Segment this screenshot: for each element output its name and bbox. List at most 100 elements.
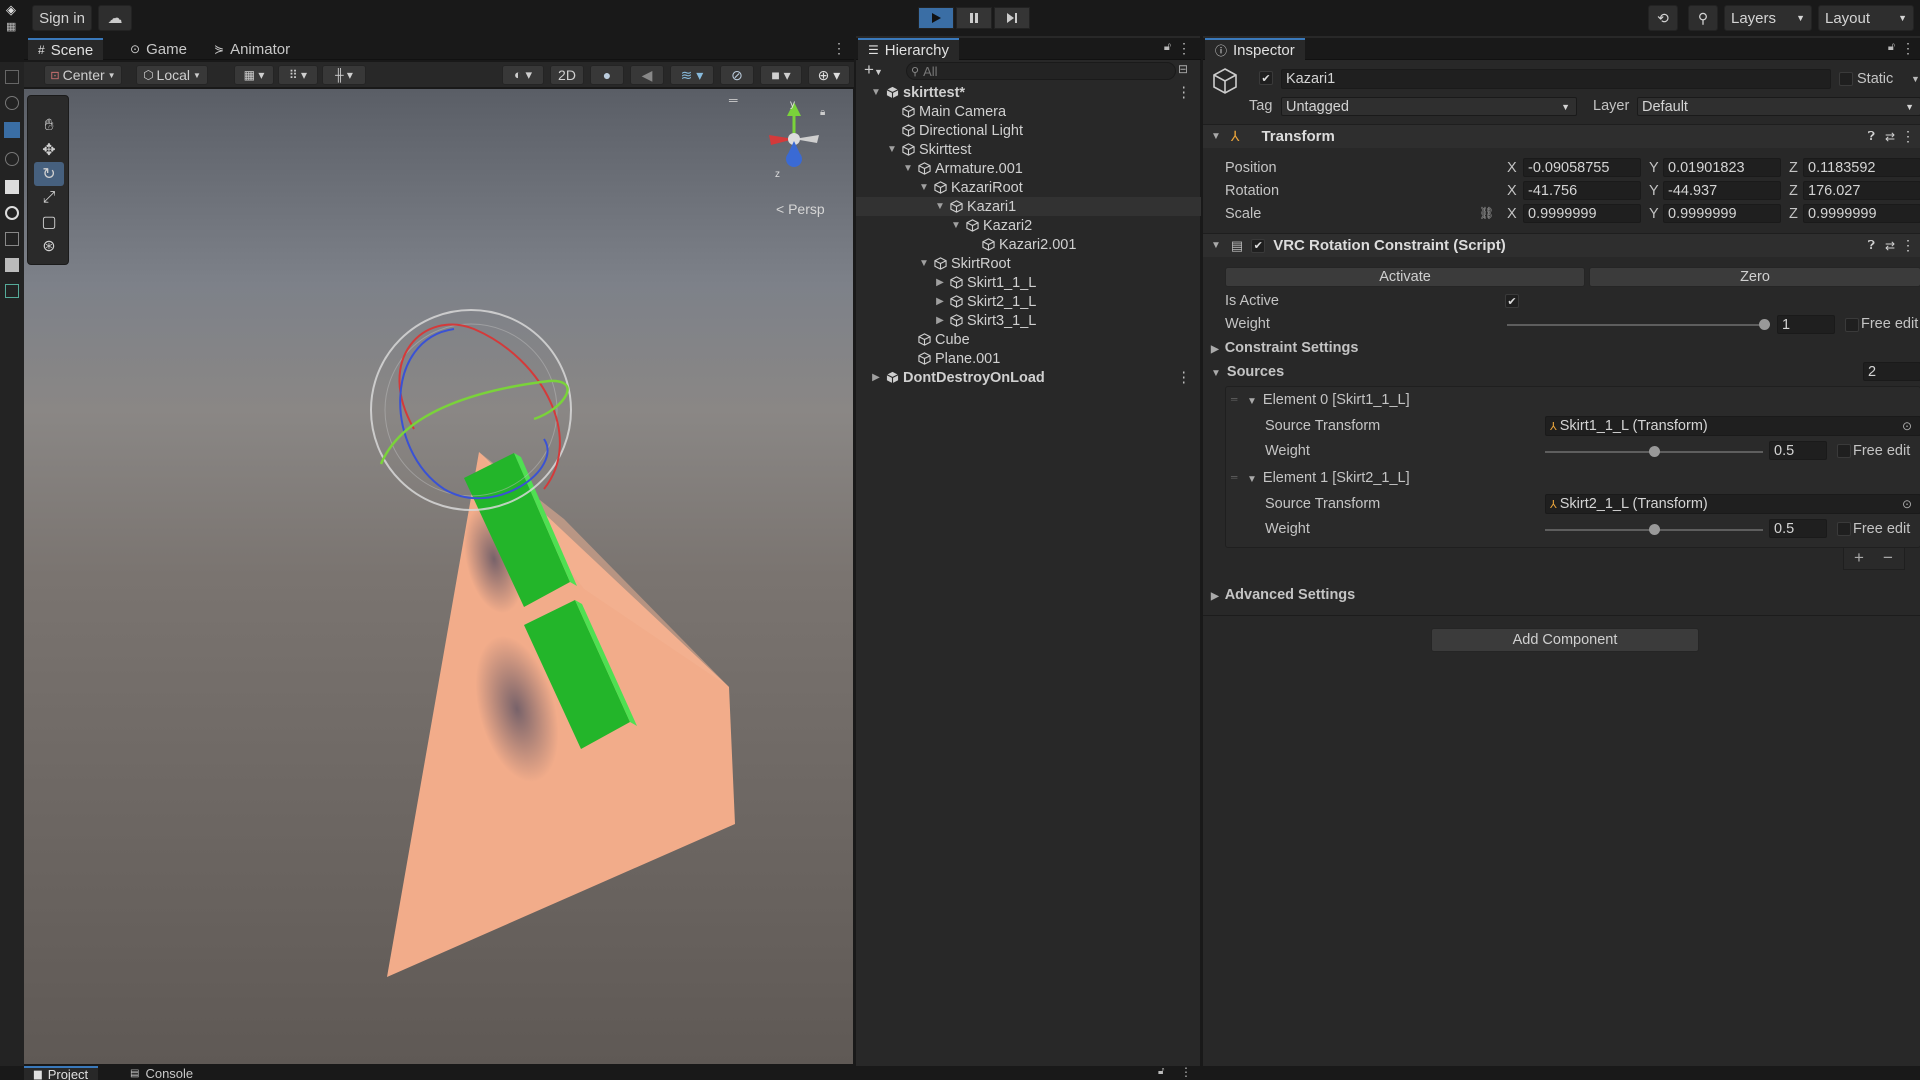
hierarchy-item[interactable]: Cube	[856, 330, 1201, 349]
scale-x-field[interactable]: 0.9999999	[1523, 204, 1641, 223]
create-button[interactable]: +▼	[864, 60, 883, 80]
element-free-edit-checkbox[interactable]	[1837, 522, 1851, 536]
hierarchy-item[interactable]: ▶ Skirt3_1_L	[856, 311, 1201, 330]
tab-inspector[interactable]: ⓘ Inspector	[1205, 38, 1305, 60]
weight-field[interactable]: 1	[1777, 315, 1835, 334]
object-picker-icon[interactable]: ⊙	[1902, 419, 1912, 433]
tab-game[interactable]: ⊙ Game	[120, 38, 197, 60]
static-checkbox[interactable]	[1839, 72, 1853, 86]
element-weight-slider-knob[interactable]	[1649, 446, 1660, 457]
source-transform-field[interactable]: ⅄ Skirt2_1_L (Transform) ⊙	[1545, 494, 1920, 514]
sources-foldout[interactable]: ▼ Sources	[1211, 364, 1284, 380]
foldout-arrow-icon[interactable]: ▶	[870, 372, 882, 383]
help-icon[interactable]: ❓︎	[1868, 129, 1875, 144]
more-options-icon[interactable]: ⋮	[1180, 1065, 1192, 1079]
tool-strip-icon[interactable]	[5, 70, 19, 84]
rotation-z-field[interactable]: 176.027	[1803, 181, 1920, 200]
object-picker-icon[interactable]: ⊙	[1902, 497, 1912, 511]
more-options-icon[interactable]: ⋮	[1901, 237, 1915, 254]
shading-mode-button[interactable]: ◐ ▾	[502, 65, 544, 85]
transform-header[interactable]: ▼ ⅄ Transform ❓︎ ⇄ ⋮	[1203, 124, 1920, 148]
tab-scene[interactable]: # Scene	[28, 38, 104, 60]
more-options-icon[interactable]: ⋮	[832, 40, 846, 57]
camera-settings-button[interactable]: ■ ▾	[760, 65, 802, 85]
add-component-button[interactable]: Add Component	[1431, 628, 1699, 652]
constrain-proportions-icon[interactable]: ⛓︎	[1479, 206, 1494, 220]
source-transform-field[interactable]: ⅄ Skirt1_1_L (Transform) ⊙	[1545, 416, 1920, 436]
drag-handle-icon[interactable]: ═	[1231, 472, 1237, 482]
preset-icon[interactable]: ⇄	[1885, 239, 1895, 253]
foldout-arrow-icon[interactable]: ▶	[934, 277, 946, 288]
element-weight-field[interactable]: 0.5	[1769, 519, 1827, 538]
drag-handle-icon[interactable]: ═	[1231, 394, 1237, 404]
tab-console[interactable]: ▤ Console	[120, 1066, 203, 1080]
scale-z-field[interactable]: 0.9999999	[1803, 204, 1920, 223]
tool-strip-icon[interactable]	[5, 258, 19, 272]
layer-dropdown[interactable]: Default ▼	[1637, 97, 1920, 116]
add-source-button[interactable]: +	[1854, 548, 1864, 568]
tool-strip-icon[interactable]	[5, 284, 19, 298]
weight-slider-knob[interactable]	[1759, 319, 1770, 330]
free-edit-checkbox[interactable]	[1845, 318, 1859, 332]
hand-tool-icon[interactable]: ✋︎	[34, 114, 64, 138]
foldout-arrow-icon[interactable]: ▼	[918, 182, 930, 193]
play-button[interactable]	[918, 7, 954, 29]
rotation-y-field[interactable]: -44.937	[1663, 181, 1781, 200]
lock-icon[interactable]: 🔓︎	[1888, 41, 1895, 54]
step-button[interactable]	[994, 7, 1030, 29]
rotation-x-field[interactable]: -41.756	[1523, 181, 1641, 200]
position-y-field[interactable]: 0.01901823	[1663, 158, 1781, 177]
object-name-field[interactable]: Kazari1	[1281, 69, 1831, 89]
scene-viewport[interactable]: y z 🔒︎ < Persp ═	[24, 89, 853, 1064]
tool-strip-icon[interactable]	[5, 96, 19, 110]
unity-logo-icon[interactable]: ◈	[6, 2, 20, 17]
foldout-arrow-icon[interactable]: ▼	[886, 144, 898, 155]
more-options-icon[interactable]: ⋮	[1177, 370, 1192, 386]
more-options-icon[interactable]: ⋮	[1901, 40, 1915, 57]
lock-icon[interactable]: 🔓︎	[1158, 1066, 1164, 1077]
sources-count-field[interactable]: 2	[1863, 362, 1920, 381]
rotate-tool-icon[interactable]: ↻	[34, 162, 64, 186]
hierarchy-item[interactable]: ▼ Armature.001	[856, 159, 1201, 178]
lighting-toggle[interactable]: ●	[590, 65, 624, 85]
remove-source-button[interactable]: −	[1883, 548, 1893, 568]
tool-strip-icon[interactable]	[5, 206, 19, 220]
foldout-arrow-icon[interactable]: ▶	[934, 315, 946, 326]
hierarchy-scene-row[interactable]: ▶ DontDestroyOnLoad ⋮	[856, 368, 1201, 387]
gizmos-button[interactable]: ⊕ ▾	[808, 65, 850, 85]
persp-label[interactable]: < Persp	[776, 201, 825, 217]
tool-strip-icon[interactable]	[5, 152, 19, 166]
sign-in-button[interactable]: Sign in	[32, 5, 92, 31]
is-active-checkbox[interactable]: ✔	[1505, 294, 1519, 308]
help-icon[interactable]: ❓︎	[1868, 238, 1875, 253]
move-tool-icon[interactable]: ✥	[34, 138, 64, 162]
constraint-enabled-checkbox[interactable]: ✔	[1251, 238, 1266, 253]
lock-icon[interactable]: 🔒︎	[820, 107, 825, 118]
element-0-foldout[interactable]: ▼ Element 0 [Skirt1_1_L]	[1247, 392, 1410, 408]
transform-tool-icon[interactable]: ⊛	[34, 234, 64, 258]
overlay-menu-icon[interactable]: ═	[729, 93, 738, 107]
hierarchy-item[interactable]: ▼ Kazari2	[856, 216, 1201, 235]
tab-hierarchy[interactable]: ☰ Hierarchy	[858, 38, 959, 60]
lock-icon[interactable]: 🔓︎	[1164, 41, 1171, 54]
zero-button[interactable]: Zero	[1589, 267, 1920, 287]
hierarchy-item[interactable]: Main Camera	[856, 102, 1201, 121]
scale-tool-icon[interactable]: ⤢	[34, 186, 64, 210]
constraint-settings-foldout[interactable]: ▶ Constraint Settings	[1211, 340, 1358, 356]
tool-strip-icon[interactable]	[5, 180, 19, 194]
foldout-arrow-icon[interactable]: ▶	[934, 296, 946, 307]
grid-snap-button[interactable]: ▦ ▾	[234, 65, 274, 85]
audio-toggle[interactable]: ◀	[630, 65, 664, 85]
grid-visibility-button[interactable]: ⠿ ▾	[278, 65, 318, 85]
hierarchy-item[interactable]: Plane.001	[856, 349, 1201, 368]
advanced-settings-foldout[interactable]: ▶ Advanced Settings	[1211, 587, 1355, 603]
cloud-button[interactable]: ☁	[98, 5, 132, 31]
layers-dropdown[interactable]: Layers ▼	[1724, 5, 1812, 31]
preset-icon[interactable]: ⇄	[1885, 130, 1895, 144]
search-options-icon[interactable]: ⊟	[1178, 62, 1188, 76]
foldout-arrow-icon[interactable]: ▼	[918, 258, 930, 269]
element-weight-slider-knob[interactable]	[1649, 524, 1660, 535]
hierarchy-item[interactable]: ▼ Kazari1	[856, 197, 1201, 216]
foldout-arrow-icon[interactable]: ▼	[870, 87, 882, 98]
hidden-objects-toggle[interactable]: ⊘	[720, 65, 754, 85]
